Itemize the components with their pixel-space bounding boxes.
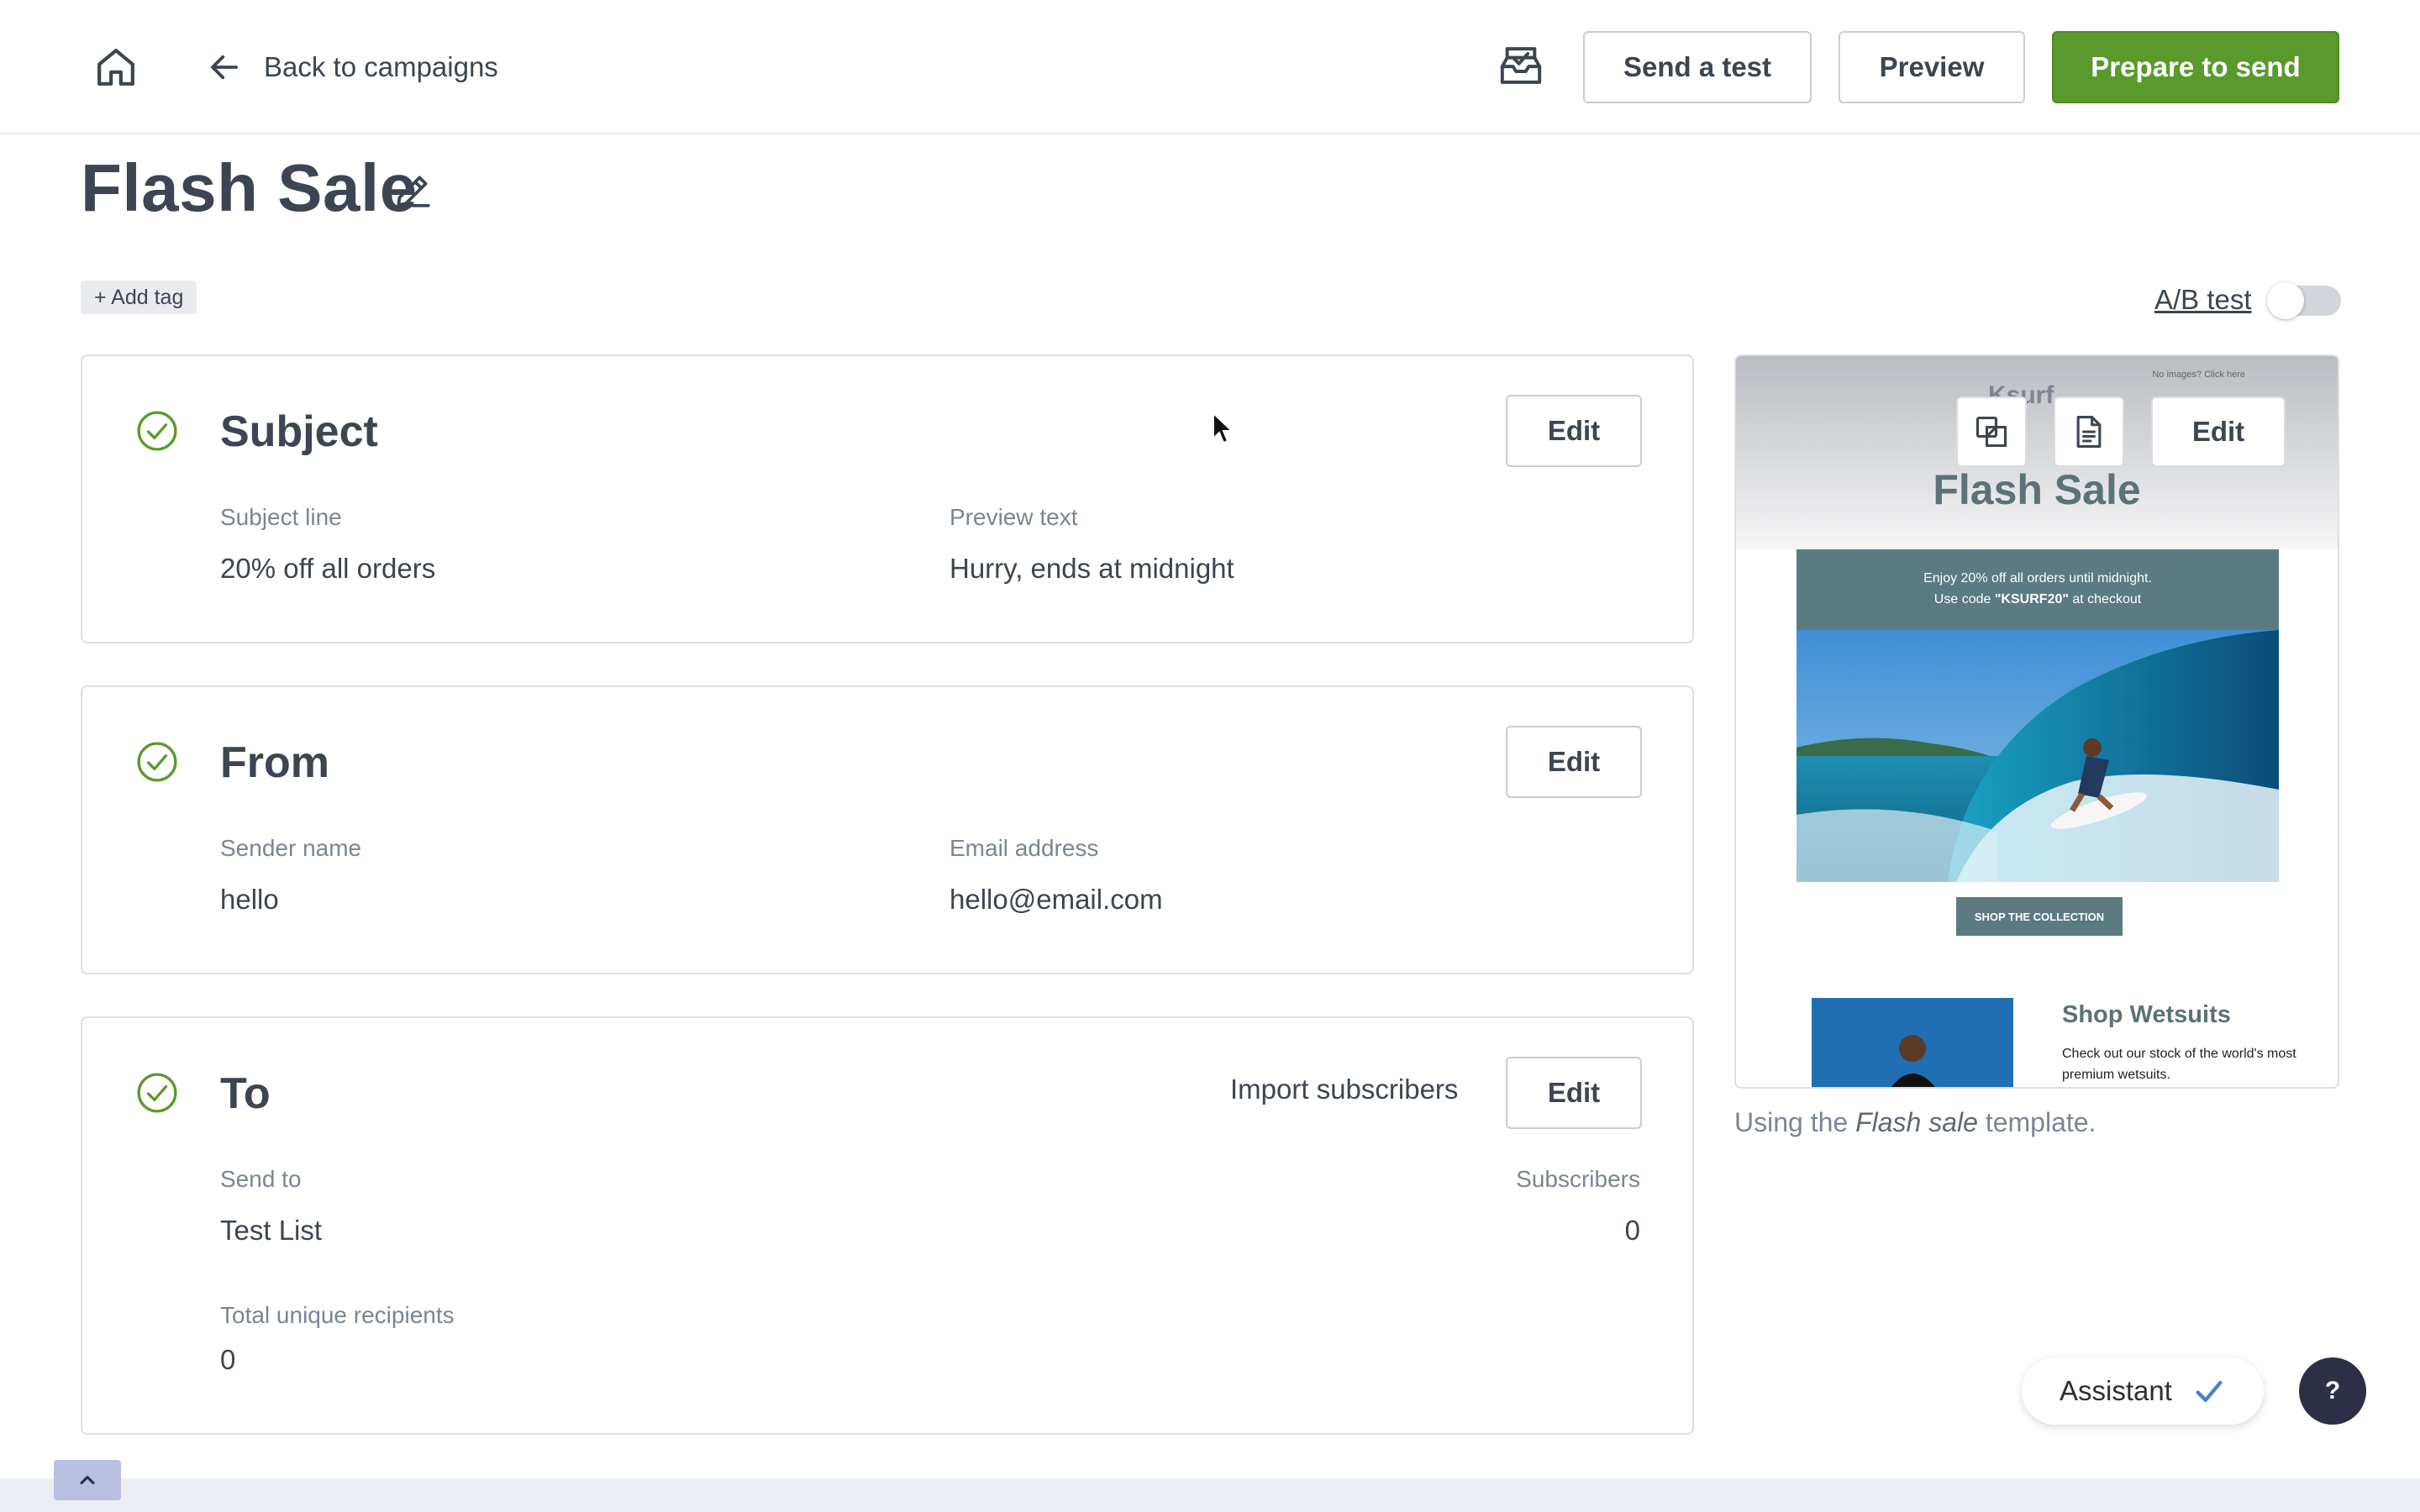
import-subscribers-link[interactable]: Import subscribers xyxy=(1230,1074,1458,1105)
from-card: From Edit Sender name hello Email addres… xyxy=(81,685,1694,974)
help-button[interactable]: ? xyxy=(2299,1357,2366,1425)
preview-promo-banner: Enjoy 20% off all orders until midnight.… xyxy=(1797,549,2279,630)
toggle-knob xyxy=(2267,282,2304,319)
shop-collection-button: SHOP THE COLLECTION xyxy=(1956,897,2123,936)
email-address-label: Email address xyxy=(950,835,1099,861)
preview-text-label: Preview text xyxy=(950,504,1078,530)
home-icon[interactable] xyxy=(92,44,139,91)
preview-no-images-text: No images? Click here xyxy=(2152,370,2245,380)
subscribers-label: Subscribers xyxy=(1516,1166,1640,1192)
card-title: Subject xyxy=(220,407,378,456)
template-note: Using the Flash sale template. xyxy=(1734,1107,2096,1137)
document-icon[interactable] xyxy=(2054,396,2124,467)
mouse-cursor-icon xyxy=(1212,411,1235,445)
chevron-up-icon[interactable] xyxy=(54,1460,121,1500)
total-recipients-label: Total unique recipients xyxy=(220,1302,455,1328)
send-to-label: Send to xyxy=(220,1166,302,1192)
subject-card: Subject Edit Subject line 20% off all or… xyxy=(81,354,1694,643)
ab-test-label[interactable]: A/B test xyxy=(2154,284,2252,316)
total-recipients-value: 0 xyxy=(220,1344,236,1375)
banner-line-1: Enjoy 20% off all orders until midnight. xyxy=(1923,571,2152,585)
preview-text-value: Hurry, ends at midnight xyxy=(950,553,1234,584)
email-address-value: hello@email.com xyxy=(950,884,1163,915)
assistant-label: Assistant xyxy=(2060,1375,2172,1406)
subscribers-value: 0 xyxy=(1624,1215,1640,1246)
send-to-value: Test List xyxy=(220,1215,323,1246)
checkmark-icon xyxy=(2196,1380,2223,1402)
subject-edit-button[interactable]: Edit xyxy=(1506,395,1642,467)
shop-wetsuits-text: Check out our stock of the world's most … xyxy=(2062,1047,2296,1082)
subject-line-value: 20% off all orders xyxy=(220,553,436,584)
arrow-left-icon xyxy=(211,55,238,80)
back-to-campaigns-link[interactable]: Back to campaigns xyxy=(207,44,498,91)
to-card: To Import subscribers Edit Send to Test … xyxy=(81,1016,1694,1435)
promo-code: "KSURF20" xyxy=(1994,592,2069,606)
wetsuit-thumbnail-image xyxy=(1812,998,2013,1087)
banner-line-2: Use code "KSURF20" at checkout xyxy=(1933,592,2142,606)
to-edit-button[interactable]: Edit xyxy=(1506,1057,1642,1129)
pencil-icon[interactable] xyxy=(392,170,434,212)
send-test-button[interactable]: Send a test xyxy=(1583,31,1812,103)
duplicate-icon[interactable] xyxy=(1956,396,2027,467)
assistant-button[interactable]: Assistant xyxy=(2022,1357,2264,1425)
card-title: To xyxy=(220,1069,271,1118)
sender-name-label: Sender name xyxy=(220,835,362,861)
prepare-to-send-button[interactable]: Prepare to send xyxy=(2052,31,2339,103)
shop-wetsuits-title: Shop Wetsuits xyxy=(2062,1001,2231,1028)
subject-line-label: Subject line xyxy=(220,504,342,530)
sender-name-value: hello xyxy=(220,884,279,915)
top-bar: Back to campaigns Send a test Preview Pr… xyxy=(0,0,2420,134)
preview-edit-button[interactable]: Edit xyxy=(2151,396,2286,467)
campaign-title: Flash Sale xyxy=(81,150,418,225)
surfer-hero-image xyxy=(1797,630,2279,882)
inbox-check-icon[interactable] xyxy=(1497,42,1544,89)
preview-heading: Flash Sale xyxy=(1933,466,2141,513)
check-circle-icon xyxy=(136,410,178,452)
from-edit-button[interactable]: Edit xyxy=(1506,726,1642,798)
preview-button[interactable]: Preview xyxy=(1839,31,2025,103)
back-link-label: Back to campaigns xyxy=(264,51,498,82)
check-circle-icon xyxy=(136,1072,178,1114)
check-circle-icon xyxy=(136,741,178,783)
ab-test-toggle[interactable] xyxy=(2267,282,2341,319)
email-preview[interactable]: Ksurf No images? Click here Edit Flash S… xyxy=(1734,354,2339,1089)
template-name: Flash sale xyxy=(1855,1107,1978,1137)
add-tag-button[interactable]: + Add tag xyxy=(81,281,197,314)
bottom-bar xyxy=(0,1478,2420,1512)
card-title: From xyxy=(220,738,329,787)
